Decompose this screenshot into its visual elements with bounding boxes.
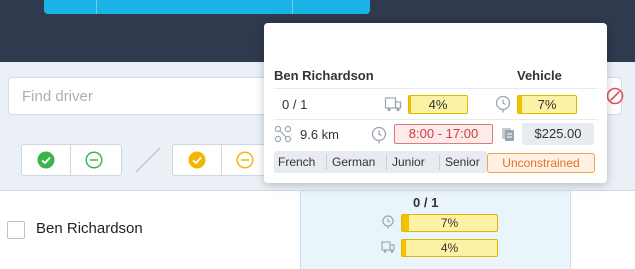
- skill-tag: Junior: [392, 155, 425, 169]
- column-divider: [570, 191, 571, 269]
- route-icon: [274, 125, 292, 143]
- clock-icon: [382, 215, 394, 229]
- tooltip-task-count: 0 / 1: [282, 97, 308, 112]
- tooltip-vehicle-label: Vehicle: [517, 68, 562, 83]
- top-tab-group[interactable]: [44, 0, 370, 14]
- skill-tag: Senior: [445, 155, 480, 169]
- tooltip-divider: [274, 88, 598, 89]
- truck-load-icon: [384, 97, 402, 112]
- skill-tag: French: [278, 155, 316, 169]
- money-icon: [502, 128, 514, 141]
- clear-icon[interactable]: [606, 87, 624, 105]
- tab-divider: [292, 0, 293, 14]
- time-utilization-label: 7%: [440, 216, 459, 230]
- tooltip-time-bar: 7%: [517, 95, 577, 114]
- tooltip-time-window: 8:00 - 17:00: [394, 124, 493, 144]
- tooltip-time-label: 7%: [537, 97, 557, 112]
- check-circle-icon[interactable]: [37, 151, 55, 169]
- driver-table: Ben Richardson 0 / 1 7% 4%: [0, 190, 635, 269]
- search-input[interactable]: [22, 78, 282, 114]
- driver-name[interactable]: Ben Richardson: [36, 220, 143, 237]
- vehicle-status-filter: [172, 144, 272, 176]
- tooltip-time-fill: [518, 96, 523, 113]
- check-circle-icon[interactable]: [188, 151, 206, 169]
- time-utilization-fill: [402, 215, 409, 231]
- time-utilization-bar: 7%: [401, 214, 498, 232]
- tooltip-volume-bar: 4%: [408, 95, 468, 114]
- row-checkbox[interactable]: [7, 221, 25, 239]
- divider-slash-icon: [135, 147, 161, 173]
- driver-tooltip: Ben Richardson Vehicle 0 / 1 4% 7% 9.6 k…: [264, 23, 607, 183]
- filter-divider: [70, 145, 71, 175]
- column-divider: [300, 191, 301, 269]
- volume-utilization-fill: [402, 240, 406, 256]
- filter-divider: [221, 145, 222, 175]
- tooltip-divider: [274, 119, 598, 120]
- tag-divider: [326, 154, 327, 170]
- tooltip-volume-label: 4%: [428, 97, 448, 112]
- driver-status-filter: [21, 144, 122, 176]
- volume-utilization-label: 4%: [440, 241, 459, 255]
- tooltip-distance: 9.6 km: [300, 127, 340, 142]
- volume-utilization-bar: 4%: [401, 239, 498, 257]
- tab-divider: [96, 0, 97, 14]
- truck-load-icon: [381, 241, 395, 253]
- skill-tags: French German Junior Senior: [274, 151, 487, 173]
- clock-icon: [495, 95, 511, 113]
- clock-icon: [371, 126, 387, 144]
- tooltip-driver-name: Ben Richardson: [274, 68, 374, 83]
- minus-circle-icon[interactable]: [236, 151, 254, 169]
- skill-tag: German: [332, 155, 376, 169]
- task-count: 0 / 1: [413, 195, 439, 210]
- tooltip-volume-fill: [409, 96, 412, 113]
- minus-circle-icon[interactable]: [85, 151, 103, 169]
- tooltip-cost: $225.00: [522, 123, 594, 145]
- tag-divider: [439, 154, 440, 170]
- tag-divider: [386, 154, 387, 170]
- constraint-badge: Unconstrained: [487, 153, 595, 173]
